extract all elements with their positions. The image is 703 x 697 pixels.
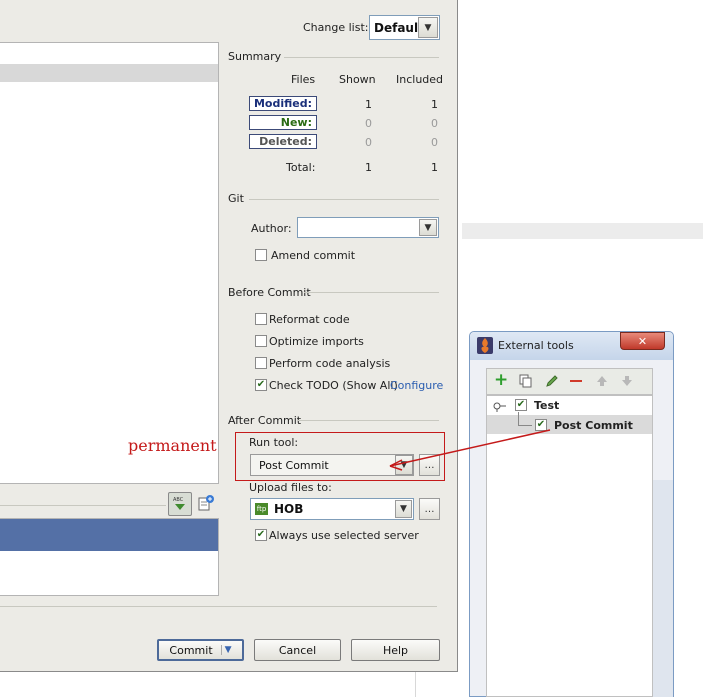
annotation-arrow [389,429,551,471]
